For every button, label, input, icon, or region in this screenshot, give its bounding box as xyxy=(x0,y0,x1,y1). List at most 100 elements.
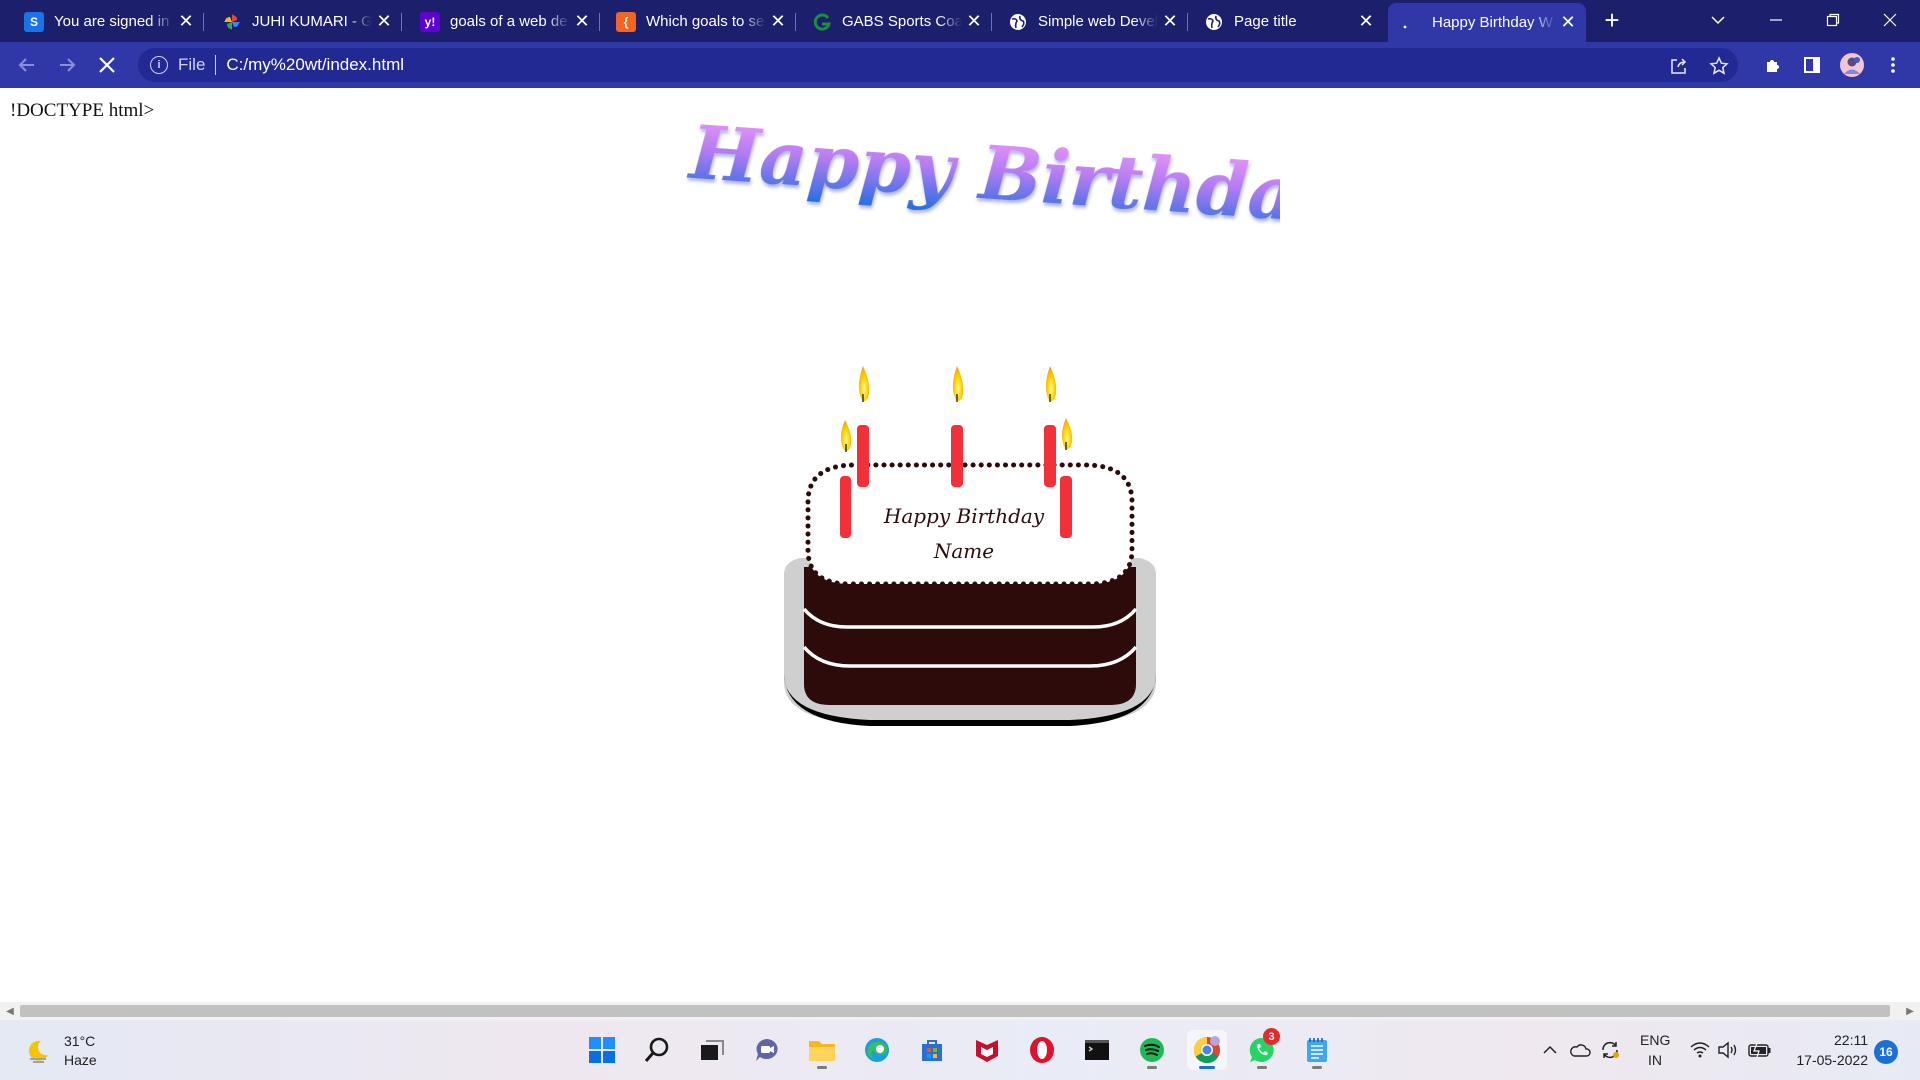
candle xyxy=(1044,366,1057,487)
tab-search-button[interactable] xyxy=(1690,0,1746,40)
restore-button[interactable] xyxy=(1805,0,1861,40)
folder-icon xyxy=(809,1041,835,1061)
windows-icon xyxy=(589,1037,615,1063)
profile-button[interactable] xyxy=(1837,50,1867,80)
bracket-icon: { xyxy=(616,11,636,32)
tab-signed-in[interactable]: S You are signed in ✕ xyxy=(14,3,204,40)
tab-which-goals[interactable]: { Which goals to se ✕ xyxy=(606,3,796,40)
running-indicator xyxy=(1257,1066,1267,1069)
tab-title: goals of a web de xyxy=(450,13,568,30)
close-icon[interactable]: ✕ xyxy=(174,10,198,34)
edge-button[interactable] xyxy=(857,1030,897,1070)
running-indicator xyxy=(1199,1066,1215,1069)
loading-icon xyxy=(1398,13,1418,33)
menu-button[interactable] xyxy=(1878,50,1908,80)
edge-icon xyxy=(865,1038,889,1062)
onedrive-button[interactable] xyxy=(1568,1038,1592,1062)
yahoo-icon: y! xyxy=(420,11,440,32)
new-tab-button[interactable]: + xyxy=(1598,5,1626,35)
sync-button[interactable] xyxy=(1598,1038,1622,1062)
minimize-button[interactable] xyxy=(1748,0,1804,40)
s-letter-icon: S xyxy=(24,11,44,32)
battery-charging-icon xyxy=(1748,1042,1771,1058)
avatar xyxy=(1840,53,1864,77)
volume-button[interactable] xyxy=(1716,1038,1740,1062)
wifi-button[interactable] xyxy=(1688,1038,1712,1062)
chevron-down-icon xyxy=(1711,16,1725,25)
weather-widget[interactable]: 31°C Haze xyxy=(24,1032,97,1070)
globe-icon xyxy=(1204,12,1224,32)
tab-simple-web[interactable]: Simple web Devel ✕ xyxy=(998,3,1188,40)
tab-gabs-sports[interactable]: GABS Sports Coac ✕ xyxy=(802,3,992,40)
terminal-button[interactable] xyxy=(1077,1030,1117,1070)
close-icon[interactable]: ✕ xyxy=(372,10,396,34)
flame-icon xyxy=(952,366,964,401)
address-bar[interactable]: i File C:/my%20wt/index.html xyxy=(138,48,1738,82)
tab-goals-web[interactable]: y! goals of a web de ✕ xyxy=(410,3,600,40)
language-indicator[interactable]: ENG IN xyxy=(1640,1030,1670,1070)
close-icon[interactable]: ✕ xyxy=(1158,10,1182,34)
birthday-cake: Happy Birthday Name xyxy=(784,366,1156,726)
scroll-left-arrow-icon[interactable]: ◀ xyxy=(3,1004,17,1018)
search-button[interactable] xyxy=(637,1030,677,1070)
tab-separator xyxy=(991,13,992,31)
bookmark-star-icon[interactable] xyxy=(1708,55,1730,77)
task-view-button[interactable] xyxy=(692,1030,732,1070)
weather-temp: 31°C xyxy=(64,1033,96,1049)
chevron-up-icon xyxy=(1543,1045,1557,1054)
scrollbar-thumb[interactable] xyxy=(20,1005,1890,1017)
tab-separator xyxy=(599,13,600,31)
notification-count-badge[interactable]: 16 xyxy=(1874,1040,1898,1064)
side-panel-button[interactable] xyxy=(1797,50,1827,80)
candle xyxy=(951,366,964,487)
close-icon[interactable]: ✕ xyxy=(570,10,594,34)
notification-badge: 3 xyxy=(1263,1028,1280,1045)
store-button[interactable] xyxy=(912,1030,952,1070)
spotify-icon xyxy=(1140,1038,1164,1062)
chrome-button[interactable] xyxy=(1187,1030,1227,1070)
store-icon xyxy=(922,1040,942,1061)
tab-juhi-kumari[interactable]: JUHI KUMARI - Go ✕ xyxy=(212,3,402,40)
scroll-right-arrow-icon[interactable]: ▶ xyxy=(1903,1004,1917,1018)
wifi-icon xyxy=(1690,1042,1710,1058)
close-icon[interactable]: ✕ xyxy=(1556,11,1580,35)
moon-haze-icon xyxy=(28,1040,48,1063)
system-clock[interactable]: 22:11 17-05-2022 xyxy=(1786,1030,1868,1070)
scheme-label: File xyxy=(178,55,206,74)
show-hidden-icons-button[interactable] xyxy=(1538,1038,1562,1062)
restore-icon xyxy=(1826,13,1840,27)
info-icon[interactable]: i xyxy=(150,56,168,74)
url-text[interactable]: C:/my%20wt/index.html xyxy=(226,55,404,75)
close-icon[interactable]: ✕ xyxy=(962,10,986,34)
close-window-button[interactable] xyxy=(1862,0,1918,40)
opera-button[interactable] xyxy=(1022,1030,1062,1070)
horizontal-scrollbar[interactable]: ◀ ▶ xyxy=(0,1002,1920,1020)
flame-icon xyxy=(1045,366,1057,401)
notepad-button[interactable] xyxy=(1297,1030,1337,1070)
forward-button[interactable] xyxy=(52,50,82,80)
file-explorer-button[interactable] xyxy=(802,1030,842,1070)
share-icon[interactable] xyxy=(1668,55,1690,77)
flame-icon xyxy=(858,366,870,401)
minimize-icon xyxy=(1770,19,1782,21)
opera-icon xyxy=(1030,1037,1054,1063)
close-icon[interactable]: ✕ xyxy=(1354,10,1378,34)
tab-happy-birthday[interactable]: Happy Birthday W ✕ xyxy=(1388,3,1586,42)
pinwheel-icon xyxy=(222,12,242,32)
happy-birthday-heading: Happy Birthday xyxy=(685,118,1280,241)
stop-loading-button[interactable] xyxy=(92,50,122,80)
close-icon[interactable]: ✕ xyxy=(766,10,790,34)
extensions-button[interactable] xyxy=(1758,50,1788,80)
tab-strip: S You are signed in ✕ JUHI KUMARI - Go ✕… xyxy=(0,0,1920,42)
teams-chat-button[interactable] xyxy=(747,1030,787,1070)
tab-page-title[interactable]: Page title ✕ xyxy=(1194,3,1384,40)
mcafee-button[interactable] xyxy=(967,1030,1007,1070)
start-button[interactable] xyxy=(582,1030,622,1070)
battery-button[interactable] xyxy=(1748,1038,1772,1062)
candle xyxy=(1060,418,1073,538)
back-button[interactable] xyxy=(12,50,42,80)
tab-title: Simple web Devel xyxy=(1038,13,1158,30)
whatsapp-button[interactable]: 3 xyxy=(1242,1028,1282,1070)
forward-arrow-icon xyxy=(60,58,76,72)
spotify-button[interactable] xyxy=(1132,1030,1172,1070)
